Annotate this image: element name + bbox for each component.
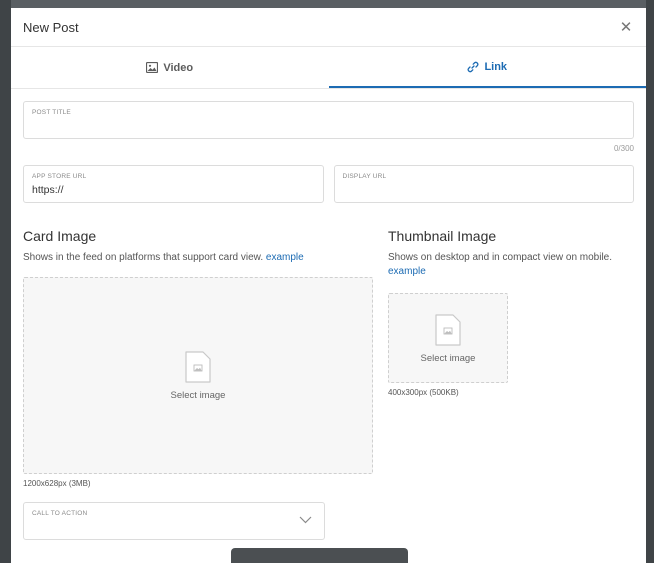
post-type-tabs: Video Link [11, 47, 646, 89]
post-title-counter: 0/300 [613, 144, 634, 153]
app-store-url-field[interactable]: APP STORE URL https:// [23, 165, 324, 203]
tab-video-label: Video [163, 61, 194, 74]
tab-link-label: Link [484, 60, 508, 73]
thumbnail-image-section: Thumbnail Image Shows on desktop and in … [388, 228, 634, 540]
image-file-icon [185, 351, 211, 383]
post-form: POST TITLE 0/300 APP STORE URL https:// … [11, 89, 646, 540]
new-post-modal: New Post ✕ Video Link POST TITLE 0/300 A… [11, 8, 646, 563]
display-url-label: DISPLAY URL [342, 173, 387, 180]
chevron-down-icon [299, 516, 312, 524]
thumbnail-image-title: Thumbnail Image [388, 228, 497, 244]
thumbnail-select-image-label: Select image [420, 352, 476, 364]
display-url-field[interactable]: DISPLAY URL [333, 165, 634, 203]
thumbnail-image-description: Shows on desktop and in compact view on … [388, 251, 634, 279]
card-image-title: Card Image [23, 228, 97, 244]
image-icon [146, 62, 159, 73]
image-sections: Card Image Shows in the feed on platform… [23, 228, 634, 540]
thumbnail-image-desc-text: Shows on desktop and in compact view on … [388, 252, 613, 263]
call-to-action-select[interactable]: CALL TO ACTION [23, 502, 325, 540]
card-image-example-link[interactable]: example [266, 252, 304, 263]
app-store-url-value: https:// [32, 184, 64, 196]
app-store-url-label: APP STORE URL [32, 173, 87, 180]
card-image-dropzone[interactable]: Select image [23, 277, 373, 474]
thumbnail-image-size-note: 400x300px (500KB) [388, 388, 459, 397]
modal-title: New Post [23, 19, 79, 35]
card-image-size-note: 1200x628px (3MB) [23, 479, 91, 488]
url-row: APP STORE URL https:// DISPLAY URL [23, 165, 634, 203]
card-image-description: Shows in the feed on platforms that supp… [23, 251, 373, 265]
close-icon[interactable]: ✕ [618, 18, 634, 36]
image-file-icon [435, 313, 461, 346]
card-image-desc-text: Shows in the feed on platforms that supp… [23, 252, 264, 263]
post-title-field[interactable]: POST TITLE [23, 101, 634, 139]
modal-header: New Post ✕ [11, 8, 646, 47]
card-select-image-label: Select image [170, 390, 226, 401]
call-to-action-label: CALL TO ACTION [32, 510, 88, 517]
backdrop-left [0, 0, 11, 563]
post-title-label: POST TITLE [32, 109, 71, 116]
tab-video[interactable]: Video [11, 47, 329, 88]
thumbnail-image-example-link[interactable]: example [388, 266, 426, 277]
bottom-toolbar [231, 548, 408, 563]
link-icon [468, 61, 479, 72]
thumbnail-image-dropzone[interactable]: Select image [388, 293, 508, 383]
tab-link[interactable]: Link [328, 47, 646, 88]
backdrop-right [646, 0, 654, 563]
card-image-section: Card Image Shows in the feed on platform… [23, 228, 373, 540]
